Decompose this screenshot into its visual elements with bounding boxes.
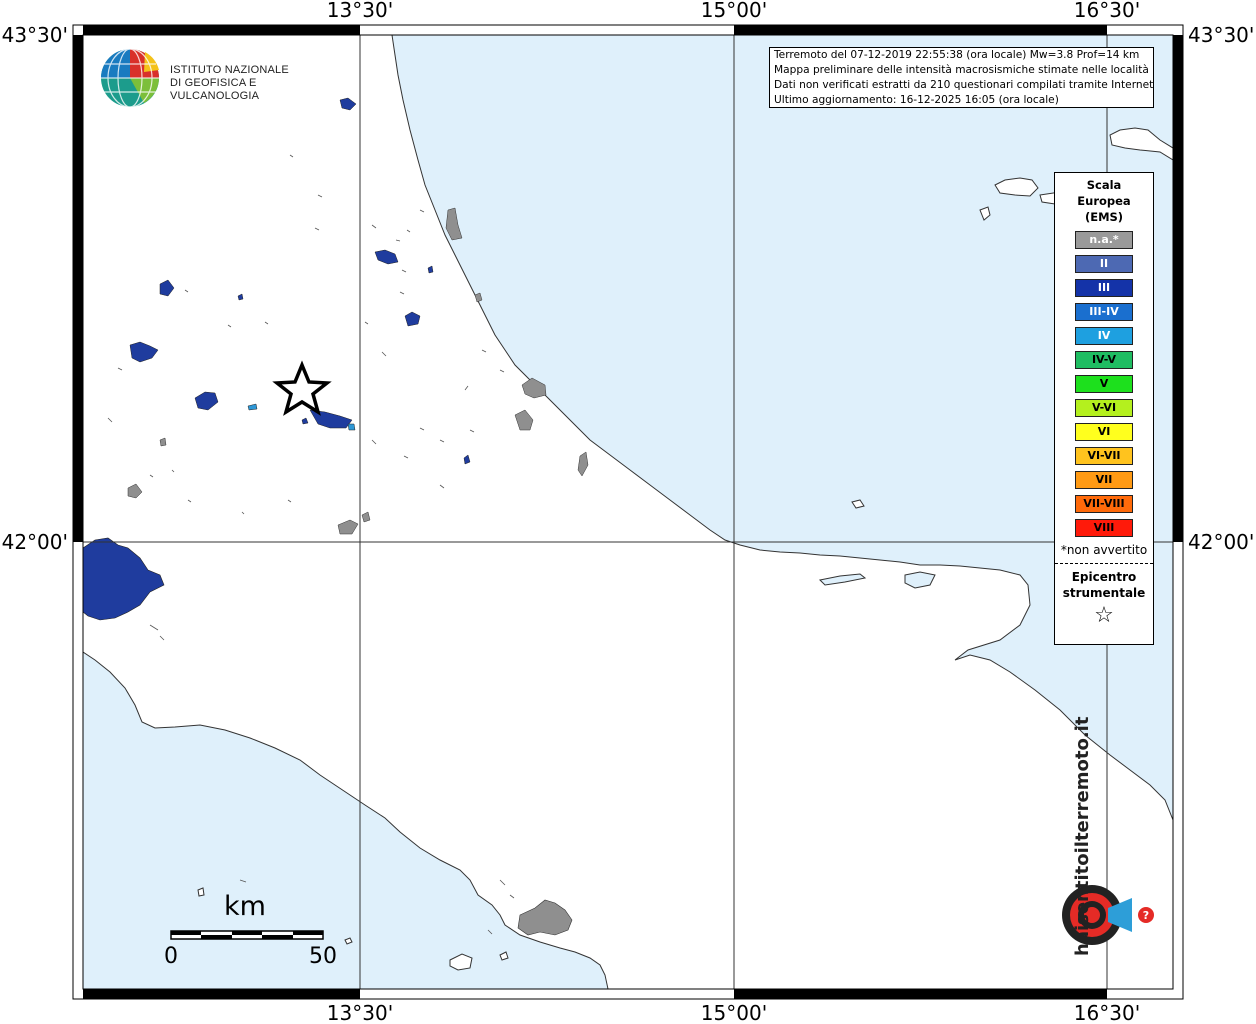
scale-bar [170,930,324,940]
lon-label-top-3: 16°30' [1074,0,1140,22]
legend-item: V-VI [1075,399,1133,417]
lat-label-right-1: 43°30' [1188,23,1254,47]
scale-unit: km [224,891,266,922]
legend-separator [1055,563,1153,564]
legend-footnote: *non avvertito [1060,543,1148,557]
globe-icon [101,48,159,108]
info-line-1: Terremoto del 07-12-2019 22:55:38 (ora l… [774,49,1140,61]
legend-items: n.a.* II III III-IV IV IV-V V V-VI VI VI-VII VII VI… [1055,231,1153,537]
legend-item: VI [1075,423,1133,441]
info-line-2: Mappa preliminare delle intensità macros… [774,64,1149,76]
legend-epicenter-line1: Epicentro [1071,570,1137,584]
svg-text:?: ? [1143,909,1149,922]
legend-title-line1: Scala [1086,178,1122,192]
legend-star-icon: ☆ [1094,603,1114,628]
lat-label-right-2: 42°00' [1188,530,1254,554]
badge-text: haisentitoilterremoto.it [1072,716,1093,956]
legend-item: VI-VII [1075,447,1133,465]
lon-label-top-1: 13°30' [327,0,393,22]
island [197,887,205,897]
lon-label-bottom-1: 13°30' [327,1001,393,1024]
scale-end: 50 [309,944,337,969]
lon-label-bottom-2: 15°00' [701,1001,767,1024]
legend-title: Scala Europea (EMS) [1055,177,1153,225]
lat-label-left-1: 43°30' [2,23,68,47]
legend-epicenter-label: Epicentro strumentale [1055,569,1153,601]
legend-item: III [1075,279,1133,297]
logo-line-1: ISTITUTO NAZIONALE [170,64,289,76]
legend-item: II [1075,255,1133,273]
lat-label-left-2: 42°00' [2,530,68,554]
lon-label-bottom-3: 16°30' [1074,1001,1140,1024]
info-box: Terremoto del 07-12-2019 22:55:38 (ora l… [769,47,1154,108]
legend-item: IV [1075,327,1133,345]
legend-epicenter-line2: strumentale [1062,586,1146,600]
felt-area-iv [347,423,356,431]
legend-item: V [1075,375,1133,393]
lon-label-top-2: 15°00' [701,0,767,22]
ems-legend: Scala Europea (EMS) n.a.* II III III-IV IV IV… [1054,172,1154,645]
ingv-logo: ISTITUTO NAZIONALE DI GEOFISICA E VULCAN… [100,46,320,112]
ingv-logo-text: ISTITUTO NAZIONALE DI GEOFISICA E VULCAN… [170,64,320,103]
legend-item: VIII [1075,519,1133,537]
legend-item: VII-VIII [1075,495,1133,513]
legend-item: VII [1075,471,1133,489]
legend-title-line3: (EMS) [1084,210,1124,224]
legend-title-line2: Europea [1077,194,1131,208]
legend-item: III-IV [1075,303,1133,321]
info-line-4: Ultimo aggiornamento: 16-12-2025 16:05 (… [774,94,1059,106]
legend-item: n.a.* [1075,231,1133,249]
legend-item: IV-V [1075,351,1133,369]
scale-start: 0 [164,944,178,969]
info-line-3: Dati non verificati estratti da 210 ques… [774,79,1154,91]
logo-line-2: DI GEOFISICA E VULCANOLOGIA [170,77,260,102]
